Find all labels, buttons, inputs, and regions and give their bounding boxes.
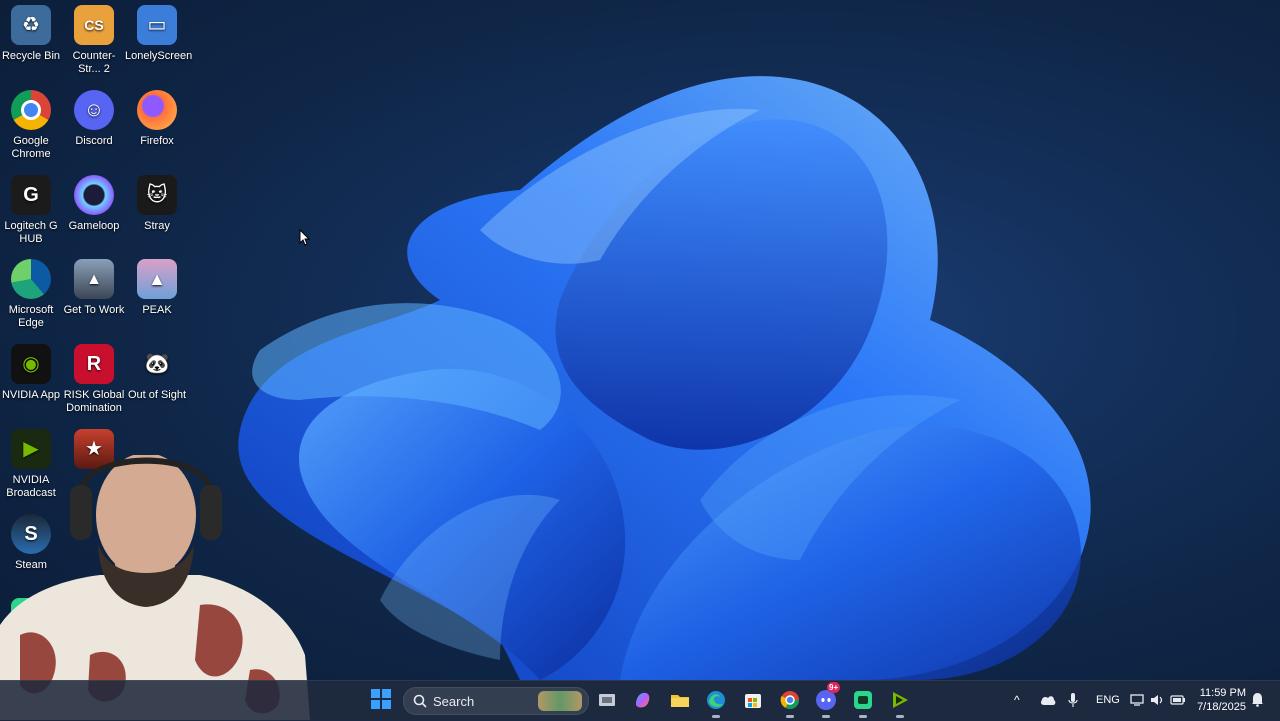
chrome-button[interactable] [778, 688, 802, 718]
edge-icon [11, 259, 51, 299]
green-app-button[interactable] [851, 688, 875, 718]
nvidia-broadcast-icon [893, 692, 908, 708]
desktop-icon-label: Out of Sight [127, 389, 187, 401]
desktop-icon-label: Google Chrome [11, 135, 51, 160]
notification-bell-icon[interactable] [1251, 692, 1264, 707]
desktop-icon-label: Get To Work [63, 304, 125, 316]
clock-time: 11:59 PM [1199, 687, 1246, 699]
firefox-icon [137, 90, 177, 130]
monitor-icon: ▭ [137, 5, 177, 45]
store-icon [745, 694, 761, 708]
task-view-button[interactable] [595, 688, 619, 712]
search-highlight-icon [538, 691, 582, 711]
copilot-button[interactable] [631, 688, 655, 712]
edge-button[interactable] [704, 688, 728, 718]
desktop-icon-firefox[interactable]: Firefox [125, 90, 189, 148]
search-placeholder: Search [433, 694, 475, 709]
start-button[interactable] [370, 688, 392, 710]
desktop-icon-nvidia-app[interactable]: ◉ NVIDIA App [0, 344, 63, 402]
discord-notification-badge: 9+ [827, 682, 841, 693]
store-button[interactable] [741, 688, 765, 712]
logitech-g-icon: G [11, 175, 51, 215]
recycle-bin-icon: ♻ [11, 5, 51, 45]
desktop-icon-get-to-work[interactable]: ▲ Get To Work [62, 259, 126, 317]
desktop-icon-label: Counter-Str... 2 [72, 50, 116, 75]
running-indicator [822, 715, 830, 718]
desktop-icon-discord[interactable]: ☺ Discord [62, 90, 126, 148]
taskbar-search-box[interactable]: Search [403, 687, 589, 715]
running-indicator [786, 715, 794, 718]
running-indicator [712, 715, 720, 718]
desktop-icon-google-chrome[interactable]: Google Chrome [0, 90, 63, 161]
clock-date: 7/18/2025 [1197, 701, 1246, 713]
desktop-icon-label: Stray [144, 220, 170, 232]
nvidia-icon: ◉ [11, 344, 51, 384]
edge-icon [707, 691, 725, 709]
microphone-icon[interactable] [1068, 692, 1078, 708]
volume-icon[interactable] [1150, 693, 1164, 707]
discord-button[interactable]: 9+ [814, 682, 841, 718]
desktop-icon-microsoft-edge[interactable]: Microsoft Edge [0, 259, 63, 330]
clock[interactable]: 11:59 PM 7/18/2025 [1192, 686, 1246, 714]
desktop-icon-label: PEAK [142, 304, 172, 316]
battery-icon[interactable] [1170, 694, 1186, 706]
nvidia-broadcast-button[interactable] [888, 688, 912, 718]
desktop-icon-peak[interactable]: ▲ PEAK [125, 259, 189, 317]
get-to-work-icon: ▲ [74, 259, 114, 299]
copilot-icon [636, 692, 650, 708]
chrome-icon [11, 90, 51, 130]
running-indicator [859, 715, 867, 718]
desktop-icon-counter-strike[interactable]: CS Counter-Str... 2 [62, 5, 126, 76]
windows-logo-icon [371, 689, 391, 709]
mountain-icon: ▲ [137, 259, 177, 299]
cat-icon: 🐱 [137, 175, 177, 215]
desktop-icon-stray[interactable]: 🐱 Stray [125, 175, 189, 233]
network-icon[interactable] [1130, 693, 1144, 707]
show-hidden-icons-chevron-icon[interactable]: ^ [1014, 693, 1020, 707]
desktop-icon-label: Recycle Bin [1, 50, 61, 62]
desktop-icon-label: Firefox [140, 135, 174, 147]
gameloop-icon [74, 175, 114, 215]
discord-icon: ☺ [74, 90, 114, 130]
desktop-icon-out-of-sight[interactable]: 🐼 Out of Sight [125, 344, 189, 402]
search-icon [413, 694, 427, 708]
chrome-icon [780, 691, 799, 710]
green-app-icon [854, 691, 872, 709]
folder-icon [671, 695, 689, 707]
desktop-icon-risk[interactable]: R RISK Global Domination [62, 344, 126, 415]
desktop-icon-label: NVIDIA App [1, 389, 61, 401]
mouse-cursor-icon [299, 229, 311, 246]
desktop-icon-label: RISK Global Domination [63, 389, 125, 414]
desktop-icon-label: Logitech G HUB [4, 220, 58, 245]
onedrive-cloud-icon[interactable] [1040, 694, 1056, 706]
desktop-icon-gameloop[interactable]: Gameloop [62, 175, 126, 233]
running-indicator [896, 715, 904, 718]
desktop-icon-label: LonelyScreen [125, 50, 193, 62]
counter-strike-icon: CS [74, 5, 114, 45]
desktop-icon-label: Gameloop [68, 220, 120, 232]
desktop-icon-label: Microsoft Edge [8, 304, 54, 329]
desktop-icon-recycle-bin[interactable]: ♻ Recycle Bin [0, 5, 63, 63]
panda-icon: 🐼 [144, 352, 170, 375]
desktop-icon-logitech-g-hub[interactable]: G Logitech G HUB [0, 175, 63, 246]
file-explorer-button[interactable] [668, 688, 692, 712]
task-view-icon [599, 694, 615, 706]
risk-icon: R [74, 344, 114, 384]
language-indicator[interactable]: ENG [1096, 694, 1120, 706]
desktop-icon-lonelyscreen[interactable]: ▭ LonelyScreen [125, 5, 193, 63]
desktop-icon-label: Discord [75, 135, 113, 147]
